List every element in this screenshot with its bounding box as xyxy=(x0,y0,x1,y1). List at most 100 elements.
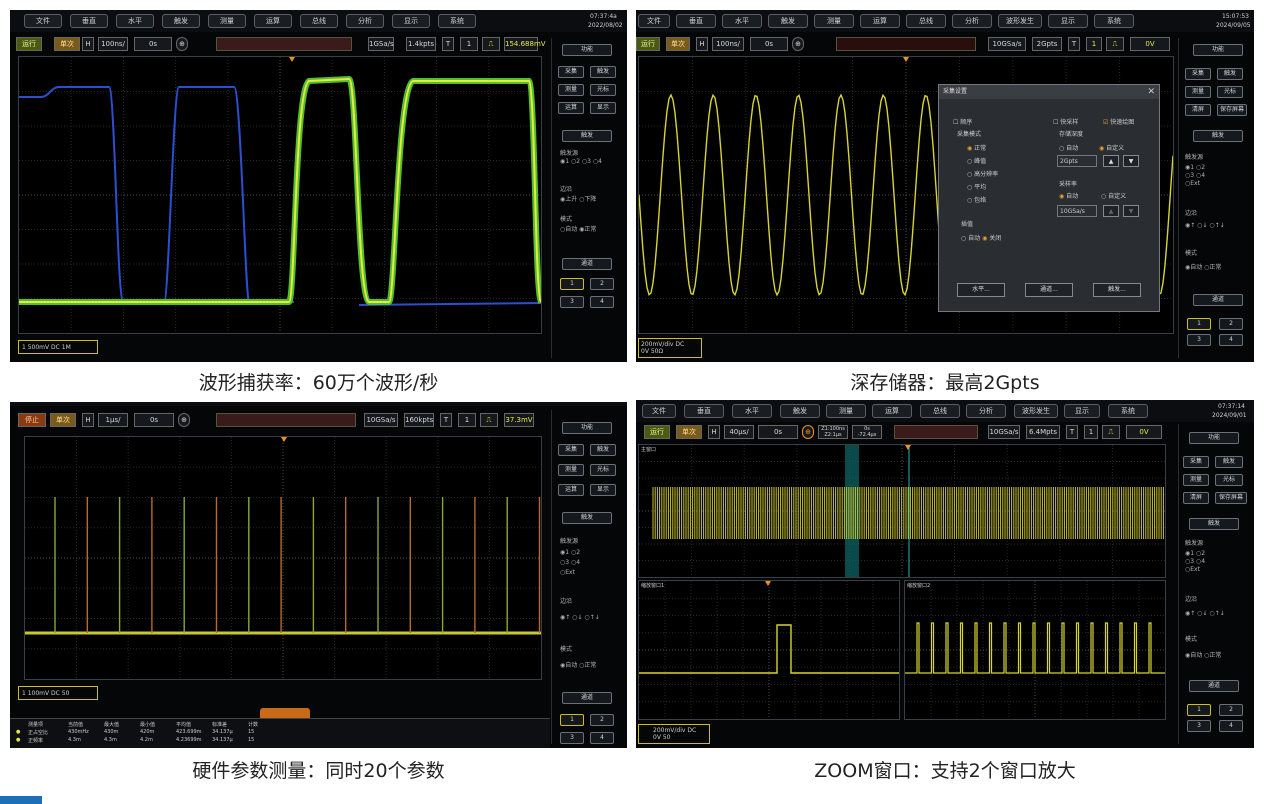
display-button[interactable]: 显示 xyxy=(590,102,616,114)
measure-tab-handle[interactable] xyxy=(260,708,310,718)
zoom-icon[interactable]: ⊕ xyxy=(802,425,814,439)
dialog-close-icon[interactable]: ✕ xyxy=(1147,87,1155,97)
channel-3-button[interactable]: 3 xyxy=(560,732,584,744)
waveform-grid[interactable] xyxy=(24,436,542,680)
depth-input[interactable]: 2Gpts xyxy=(1057,155,1097,167)
acquire-button[interactable]: 采集 xyxy=(558,66,584,78)
trigger-channel[interactable]: 1 xyxy=(1084,425,1098,439)
table-row[interactable]: ● 正频率 4.3m 4.3m 4.2m 4.23699m 34.137μ 15 xyxy=(14,737,544,745)
save-screen-button[interactable]: 保存屏幕 xyxy=(1215,492,1247,504)
menu-file[interactable]: 文件 xyxy=(24,14,62,28)
table-row[interactable]: ● 正占空比 430mHz 430m 420m 423.699m 34.137μ… xyxy=(14,729,544,737)
func-button[interactable]: 功能 xyxy=(1193,44,1243,56)
zoom-icon[interactable]: ⊕ xyxy=(792,37,804,51)
channel-2-button[interactable]: 2 xyxy=(590,714,614,726)
fast-plot-checkbox[interactable]: ☑ 快速绘图 xyxy=(1103,117,1134,126)
menu-vertical[interactable]: 垂直 xyxy=(70,14,108,28)
menu-system[interactable]: 系统 xyxy=(438,14,476,28)
channel-1-button[interactable]: 1 xyxy=(560,278,584,290)
menu-measure[interactable]: 测量 xyxy=(826,404,866,418)
channel-settings-button[interactable]: 通道... xyxy=(1025,283,1073,297)
timebase-field[interactable]: 100ns/ xyxy=(712,37,744,51)
edge-icon[interactable]: ⎍ xyxy=(1106,37,1124,51)
depth-auto[interactable]: ○ 自动 xyxy=(1059,143,1078,152)
math-button[interactable]: 运算 xyxy=(558,484,584,496)
mode-options[interactable]: ◉自动 ○正常 xyxy=(560,660,596,669)
rate-custom[interactable]: ○ 自定义 xyxy=(1101,191,1126,200)
rate-up-button[interactable]: ▲ xyxy=(1103,205,1119,217)
menu-analysis[interactable]: 分析 xyxy=(966,404,1006,418)
timebase-field[interactable]: 40μs/ xyxy=(724,425,754,439)
trigger-section[interactable]: 触发 xyxy=(1193,130,1243,142)
cursor-button[interactable]: 光标 xyxy=(1215,474,1243,486)
edge-icon[interactable]: ⎍ xyxy=(1102,425,1120,439)
offset-field[interactable]: 0s xyxy=(758,425,798,439)
zoom-scale-field[interactable]: Z1:100ns Z2:1μs xyxy=(818,425,848,439)
timebase-field[interactable]: 1μs/ xyxy=(98,413,128,427)
channel-2-button[interactable]: 2 xyxy=(1219,704,1243,716)
channel-section[interactable]: 通道 xyxy=(1189,680,1239,692)
measure-button[interactable]: 测量 xyxy=(1185,86,1211,98)
zoom-icon[interactable]: ⊕ xyxy=(178,413,190,427)
measure-button[interactable]: 测量 xyxy=(558,464,584,476)
channel-section[interactable]: 通道 xyxy=(1193,294,1243,306)
menu-horizontal[interactable]: 水平 xyxy=(722,14,762,28)
single-button[interactable]: 单次 xyxy=(666,37,690,51)
clear-button[interactable]: 清屏 xyxy=(1185,104,1211,116)
measure-button[interactable]: 测量 xyxy=(558,84,584,96)
trigger-label[interactable]: T xyxy=(1066,425,1078,439)
cursor-button[interactable]: 光标 xyxy=(590,84,616,96)
offset-field[interactable]: 0s xyxy=(134,37,172,51)
source-options[interactable]: ◉1 ○2 ○3 ○4 ○Ext xyxy=(1185,164,1205,188)
menu-math[interactable]: 运算 xyxy=(872,404,912,418)
trigger-settings-button[interactable]: 触发... xyxy=(1093,283,1141,297)
trigger-button[interactable]: 触发 xyxy=(590,444,616,456)
edge-icon[interactable]: ⎍ xyxy=(480,413,498,427)
channel-1-button[interactable]: 1 xyxy=(560,714,584,726)
horizontal-settings-button[interactable]: 水平... xyxy=(957,283,1005,297)
trigger-section[interactable]: 触发 xyxy=(562,512,612,524)
menu-wavegen[interactable]: 波形发生 xyxy=(1014,404,1058,418)
trigger-level[interactable]: 0V xyxy=(1126,425,1162,439)
run-button[interactable]: 运行 xyxy=(16,37,42,51)
run-button[interactable]: 运行 xyxy=(636,37,660,51)
trigger-section[interactable]: 触发 xyxy=(1189,518,1239,530)
interp-options[interactable]: ○ 自动 ◉ 关闭 xyxy=(961,233,1001,242)
source-options[interactable]: ◉1 ○2 ○3 ○4 ○Ext xyxy=(560,548,580,578)
depth-down-button[interactable]: ▼ xyxy=(1123,155,1139,167)
source-options[interactable]: ◉1 ○2 ○3 ○4 xyxy=(560,158,602,165)
trigger-channel[interactable]: 1 xyxy=(458,413,476,427)
channel-section[interactable]: 通道 xyxy=(562,692,612,704)
channel-1-button[interactable]: 1 xyxy=(1187,318,1211,330)
edge-options[interactable]: ◉上升 ○下降 xyxy=(560,194,596,203)
channel-4-button[interactable]: 4 xyxy=(1219,720,1243,732)
menu-display[interactable]: 显示 xyxy=(1064,404,1100,418)
channel-4-button[interactable]: 4 xyxy=(1219,334,1243,346)
single-button[interactable]: 单次 xyxy=(676,425,702,439)
menu-vertical[interactable]: 垂直 xyxy=(676,14,716,28)
menu-display[interactable]: 显示 xyxy=(392,14,430,28)
cursor-button[interactable]: 光标 xyxy=(1217,86,1243,98)
mode-options[interactable]: ○自动 ◉正常 xyxy=(560,224,596,233)
trigger-label[interactable]: T xyxy=(442,37,454,51)
rate-down-button[interactable]: ▼ xyxy=(1123,205,1139,217)
edge-options[interactable]: ◉↑ ○↓ ○↑↓ xyxy=(560,614,600,621)
zoom-offset-field[interactable]: 0s -72.4μs xyxy=(852,425,882,439)
channel-2-button[interactable]: 2 xyxy=(1219,318,1243,330)
acquire-button[interactable]: 采集 xyxy=(1183,456,1209,468)
mode-normal[interactable]: ◉ 正常 xyxy=(967,143,986,152)
save-screen-button[interactable]: 保存屏幕 xyxy=(1217,104,1247,116)
channel-3-button[interactable]: 3 xyxy=(1187,720,1211,732)
func-button[interactable]: 功能 xyxy=(562,422,612,434)
menu-bus[interactable]: 总线 xyxy=(906,14,946,28)
trigger-level[interactable]: 0V xyxy=(1130,37,1170,51)
menu-math[interactable]: 运算 xyxy=(254,14,292,28)
zoom-window-1[interactable]: 缩放窗口1 xyxy=(638,580,900,720)
menu-vertical[interactable]: 垂直 xyxy=(684,404,724,418)
horizontal-label[interactable]: H xyxy=(82,37,94,51)
channel-3-button[interactable]: 3 xyxy=(560,296,584,308)
channel-1-button[interactable]: 1 xyxy=(1187,704,1211,716)
func-button[interactable]: 功能 xyxy=(562,44,612,56)
source-options[interactable]: ◉1 ○2 ○3 ○4 ○Ext xyxy=(1185,550,1205,574)
trigger-section[interactable]: 触发 xyxy=(562,130,612,142)
